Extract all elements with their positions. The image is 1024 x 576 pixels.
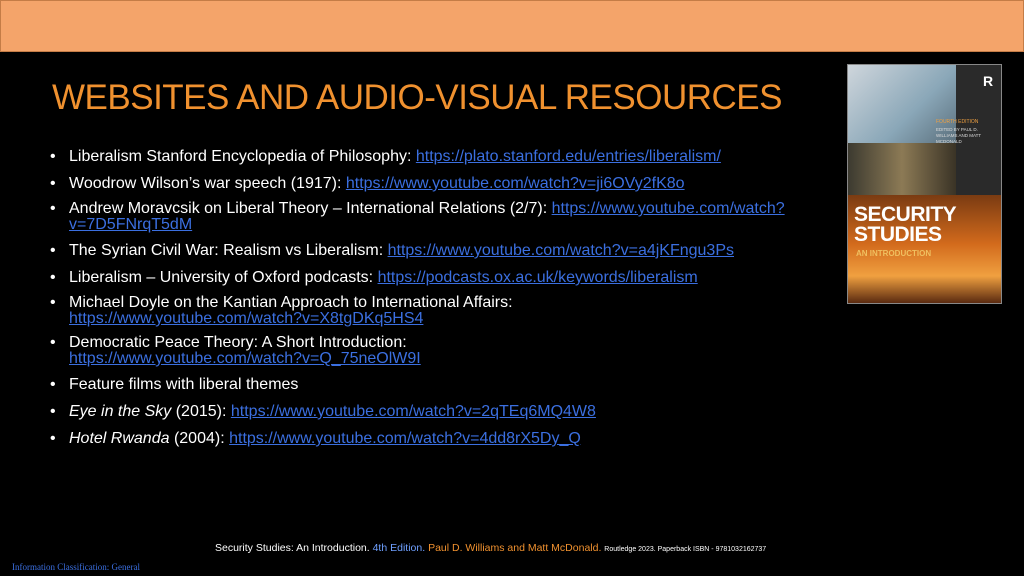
list-item: Liberalism Stanford Encyclopedia of Phil… xyxy=(50,147,840,166)
cover-photo-meeting xyxy=(848,143,956,195)
book-cover-image: R FOURTH EDITION EDITED BY PAUL D. WILLI… xyxy=(847,64,1002,304)
book-citation: Security Studies: An Introduction. 4th E… xyxy=(215,542,767,554)
list-item: Feature films with liberal themes xyxy=(50,375,840,394)
resource-list: Liberalism Stanford Encyclopedia of Phil… xyxy=(50,147,840,456)
slide-title: WEBSITES AND AUDIO-VISUAL RESOURCES xyxy=(52,78,782,117)
resource-link[interactable]: https://www.youtube.com/watch?v=ji6OVy2f… xyxy=(346,175,685,192)
cover-title: SECURITY STUDIES xyxy=(854,203,957,246)
resource-link[interactable]: https://www.youtube.com/watch?v=Q_75neOl… xyxy=(69,350,421,367)
resource-link[interactable]: https://www.youtube.com/watch?v=4dd8rX5D… xyxy=(229,430,581,447)
list-item: Liberalism – University of Oxford podcas… xyxy=(50,268,840,287)
cover-edition: FOURTH EDITION xyxy=(936,119,979,125)
resource-link[interactable]: https://www.youtube.com/watch?v=2qTEq6MQ… xyxy=(231,403,596,420)
publisher-logo: R xyxy=(983,73,994,89)
resource-link[interactable]: https://www.youtube.com/watch?v=X8tgDKq5… xyxy=(69,310,423,327)
list-item: Andrew Moravcsik on Liberal Theory – Int… xyxy=(50,201,840,233)
resource-link[interactable]: https://podcasts.ox.ac.uk/keywords/liber… xyxy=(378,269,698,286)
cover-editors: EDITED BY PAUL D. WILLIAMS AND MATT MCDO… xyxy=(936,127,982,144)
resource-link[interactable]: https://www.youtube.com/watch?v=a4jKFngu… xyxy=(388,242,734,259)
list-item: Hotel Rwanda (2004): https://www.youtube… xyxy=(50,429,840,448)
top-banner xyxy=(0,0,1024,52)
list-item: Democratic Peace Theory: A Short Introdu… xyxy=(50,335,840,367)
list-item: Woodrow Wilson’s war speech (1917): http… xyxy=(50,174,840,193)
list-item: The Syrian Civil War: Realism vs Liberal… xyxy=(50,241,840,260)
list-item: Michael Doyle on the Kantian Approach to… xyxy=(50,295,840,327)
classification-label: Information Classification: General xyxy=(12,562,140,572)
resource-link[interactable]: https://plato.stanford.edu/entries/liber… xyxy=(416,148,721,165)
cover-subtitle: AN INTRODUCTION xyxy=(856,249,932,258)
list-item: Eye in the Sky (2015): https://www.youtu… xyxy=(50,402,840,421)
